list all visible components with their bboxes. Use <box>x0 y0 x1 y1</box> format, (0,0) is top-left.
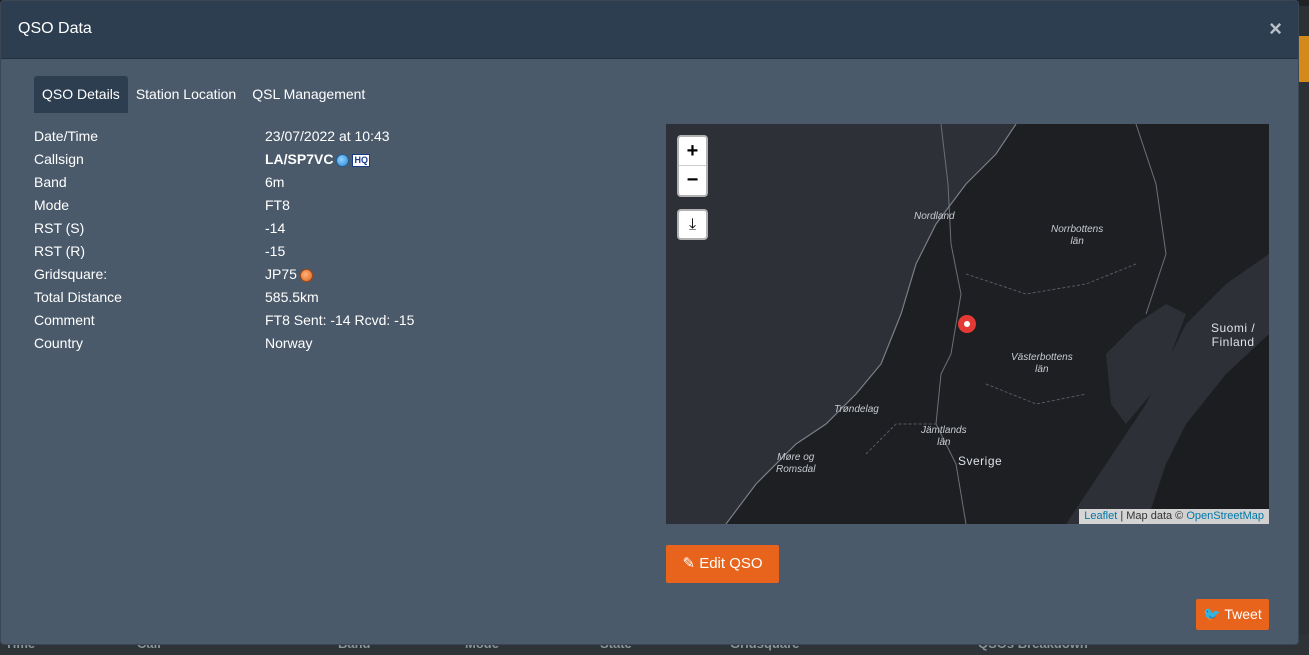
leaflet-link[interactable]: Leaflet <box>1084 510 1117 522</box>
distance-text: 585.5km <box>265 289 319 305</box>
edit-qso-button[interactable]: ✎ Edit QSO <box>666 545 779 583</box>
comment-text: FT8 Sent: -14 Rcvd: -15 <box>265 312 415 328</box>
rst-received-value: -15 <box>265 243 285 259</box>
map-label-more-og-romsdal: Møre og Romsdal <box>776 452 816 475</box>
qso-data-modal: QSO Data × QSO Details Station Location … <box>0 0 1299 645</box>
mode-text: FT8 <box>265 197 290 213</box>
detail-row-distance: Total Distance 585.5km <box>34 286 634 309</box>
country-text: Norway <box>265 335 313 351</box>
rst-received-label: RST (R) <box>34 243 86 259</box>
edit-qso-label: Edit QSO <box>699 555 763 572</box>
globe-icon[interactable] <box>336 153 350 167</box>
qso-details-table: Date/Time 23/07/2022 at 10:43 Callsign L… <box>34 125 634 355</box>
hamqth-icon[interactable]: HQ <box>352 153 370 167</box>
detail-row-callsign: Callsign LA/SP7VC HQ <box>34 148 634 171</box>
download-icon[interactable]: ⤓ <box>677 209 708 240</box>
distance-label: Total Distance <box>34 289 122 305</box>
openstreetmap-link[interactable]: OpenStreetMap <box>1186 510 1264 522</box>
callsign-text: LA/SP7VC <box>265 151 334 167</box>
map-label-norrbottens: Norrbottens län <box>1051 224 1104 247</box>
map-label-trondelag: Trøndelag <box>834 404 879 415</box>
comment-value: FT8 Sent: -14 Rcvd: -15 <box>265 312 414 328</box>
twitter-icon: 🐦 <box>1203 606 1221 622</box>
tweet-button[interactable]: 🐦 Tweet <box>1196 599 1269 630</box>
datetime-text: 23/07/2022 at 10:43 <box>265 128 390 144</box>
detail-row-band: Band 6m <box>34 171 634 194</box>
map-attribution: Leaflet | Map data © OpenStreetMap <box>1079 509 1269 524</box>
callsign-label: Callsign <box>34 151 84 167</box>
map-label-vasterbottens: Västerbottens län <box>1011 352 1073 375</box>
country-label: Country <box>34 335 84 351</box>
station-map[interactable]: Nordland Norrbottens län Suomi / Finland… <box>666 124 1269 524</box>
mode-value: FT8 <box>265 197 290 213</box>
tab-qso-details[interactable]: QSO Details <box>34 76 128 113</box>
gridsquare-label: Gridsquare: <box>34 266 108 282</box>
callsign-value: LA/SP7VC HQ <box>265 151 370 167</box>
attribution-text: | Map data © <box>1117 510 1187 522</box>
rst-sent-text: -14 <box>265 220 286 236</box>
rst-sent-value: -14 <box>265 220 285 236</box>
band-label: Band <box>34 174 67 190</box>
grid-globe-icon[interactable] <box>299 268 313 282</box>
rst-received-text: -15 <box>265 243 286 259</box>
tweet-label: Tweet <box>1224 606 1262 622</box>
band-value: 6m <box>265 174 284 190</box>
detail-row-rst-received: RST (R) -15 <box>34 240 634 263</box>
detail-row-country: Country Norway <box>34 332 634 355</box>
modal-title: QSO Data <box>18 20 92 37</box>
tab-qsl-management[interactable]: QSL Management <box>244 76 373 113</box>
band-text: 6m <box>265 174 285 190</box>
country-value: Norway <box>265 335 312 351</box>
datetime-label: Date/Time <box>34 128 99 144</box>
distance-value: 585.5km <box>265 289 319 305</box>
detail-row-comment: Comment FT8 Sent: -14 Rcvd: -15 <box>34 309 634 332</box>
zoom-out-button[interactable]: − <box>679 166 706 195</box>
zoom-in-button[interactable]: + <box>679 137 706 166</box>
background-accent-strip <box>1299 36 1309 82</box>
map-label-sverige: Sverige <box>958 454 1003 468</box>
map-label-finland: Suomi / Finland <box>1211 321 1256 349</box>
close-button[interactable]: × <box>1269 18 1282 40</box>
modal-header: QSO Data × <box>1 1 1298 59</box>
edit-icon: ✎ <box>682 555 696 572</box>
datetime-value: 23/07/2022 at 10:43 <box>265 128 390 144</box>
map-label-nordland: Nordland <box>914 211 955 222</box>
zoom-control: + − <box>677 135 708 197</box>
gridsquare-text: JP75 <box>265 266 297 282</box>
detail-row-mode: Mode FT8 <box>34 194 634 217</box>
comment-label: Comment <box>34 312 95 328</box>
tab-bar: QSO Details Station Location QSL Managem… <box>34 76 373 113</box>
mode-label: Mode <box>34 197 70 213</box>
detail-row-gridsquare: Gridsquare: JP75 <box>34 263 634 286</box>
detail-row-rst-sent: RST (S) -14 <box>34 217 634 240</box>
tab-station-location[interactable]: Station Location <box>128 76 244 113</box>
rst-sent-label: RST (S) <box>34 220 85 236</box>
detail-row-datetime: Date/Time 23/07/2022 at 10:43 <box>34 125 634 148</box>
gridsquare-value: JP75 <box>265 266 313 282</box>
map-label-jamtlands: Jämtlands län <box>921 425 967 448</box>
